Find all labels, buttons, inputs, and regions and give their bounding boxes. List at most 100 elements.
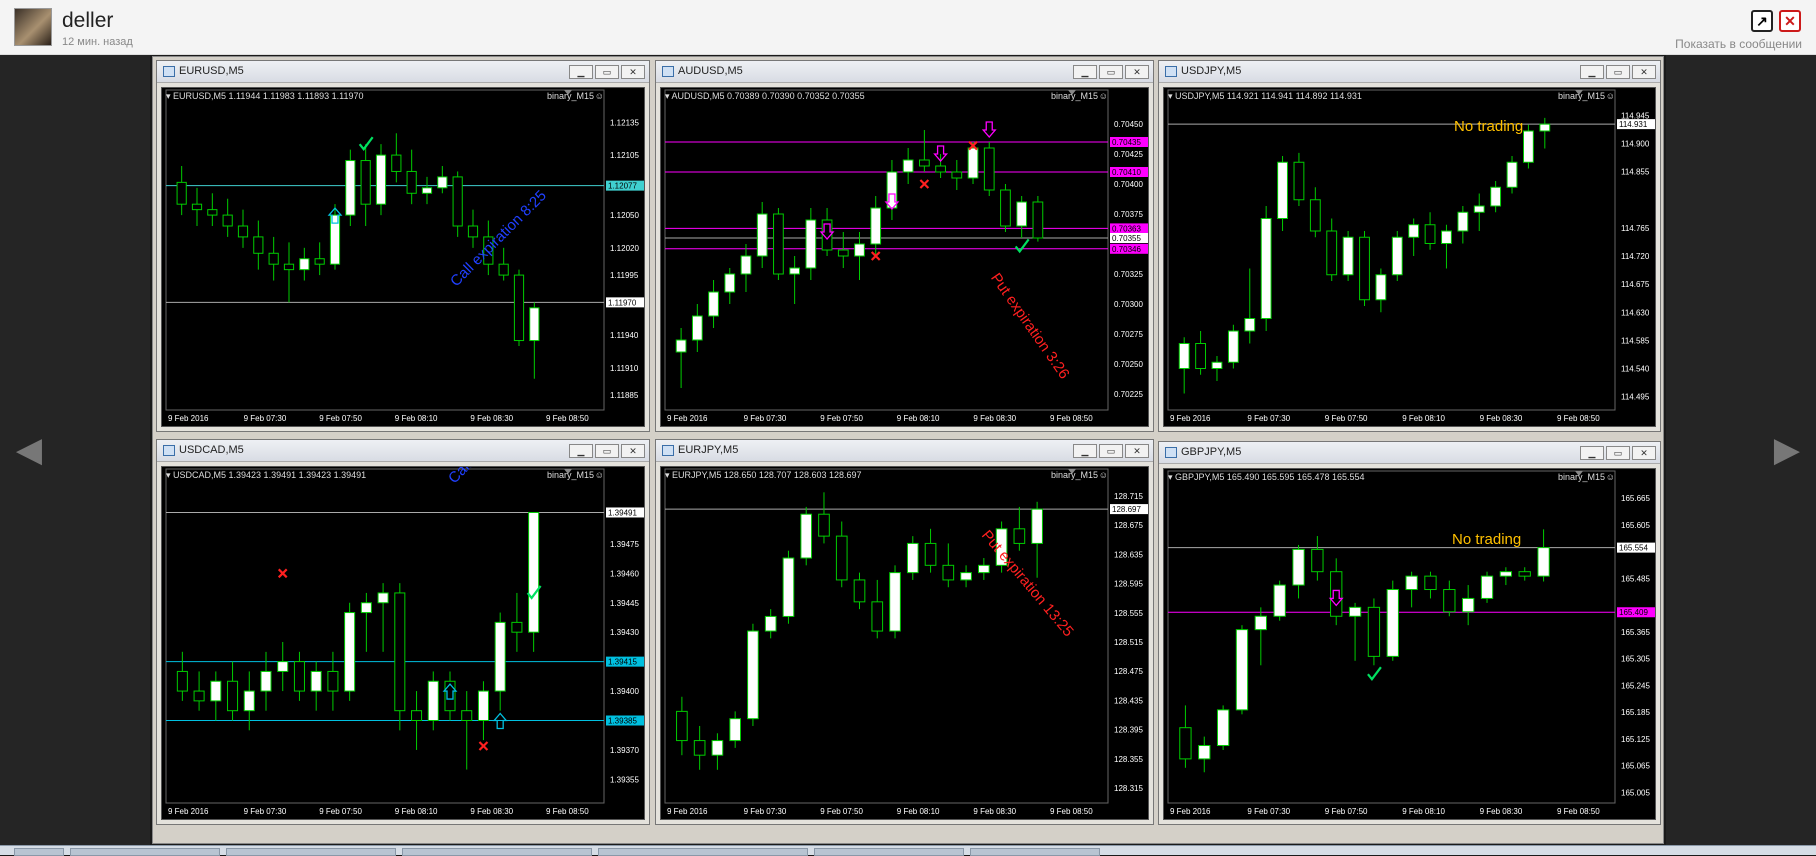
price-tick-label: 165.665 <box>1621 494 1650 503</box>
chart-canvas[interactable]: 1.39491 1.39475 1.39460 1.39445 1.39430 1.394… <box>161 466 645 820</box>
price-tick-label: 0.70225 <box>1114 390 1143 399</box>
price-tick-label: 0.70300 <box>1114 300 1143 309</box>
chart-window-gbpjpy[interactable]: GBPJPY,M5 ▁▭✕ 165.665 165.605 165.554 165.485… <box>1158 441 1661 825</box>
price-tick-label: 114.495 <box>1621 393 1650 402</box>
price-level-tag-label: 128.697 <box>1112 505 1141 514</box>
close-icon[interactable]: ✕ <box>1779 10 1801 32</box>
candle-body <box>1405 575 1418 591</box>
maximize-button[interactable]: ▭ <box>595 65 619 79</box>
close-button[interactable]: ✕ <box>621 65 645 79</box>
price-tick-label: 128.395 <box>1114 726 1143 735</box>
chart-window-eurjpy[interactable]: EURJPY,M5 ▁▭✕ 128.715 128.697 128.675 128.635… <box>655 439 1154 825</box>
maximize-button[interactable]: ▭ <box>1099 65 1123 79</box>
minimize-button[interactable]: ▁ <box>1580 65 1604 79</box>
avatar[interactable] <box>14 8 52 46</box>
minimize-button[interactable]: ▁ <box>1580 446 1604 460</box>
price-tick-label: 165.065 <box>1621 762 1650 771</box>
candle-body <box>1227 330 1239 363</box>
maximize-button[interactable]: ▭ <box>595 444 619 458</box>
candle-body <box>711 740 724 756</box>
chart-canvas[interactable]: 0.704500.704250.704000.703750.703550.703… <box>660 87 1149 427</box>
external-link-icon[interactable]: ↗ <box>1751 10 1773 32</box>
price-tick-label: 1.12105 <box>610 151 639 160</box>
candle-body <box>1539 123 1551 132</box>
price-tick-label: 1.39475 <box>610 540 639 549</box>
close-button[interactable]: ✕ <box>621 444 645 458</box>
chart-canvas[interactable]: 165.665 165.605 165.554 165.485 165.409 165.3… <box>1163 468 1656 820</box>
price-tick-label: 1.39355 <box>610 775 639 784</box>
price-tick-label: 114.630 <box>1621 308 1650 317</box>
minimize-button[interactable]: ▁ <box>569 444 593 458</box>
maximize-button[interactable]: ▭ <box>1606 446 1630 460</box>
loss-cross-icon <box>478 741 489 751</box>
win-check-icon <box>1367 666 1382 681</box>
candle-body <box>1013 528 1026 544</box>
candle-body <box>740 255 752 275</box>
close-button[interactable]: ✕ <box>1632 446 1656 460</box>
time-tick-label: 9 Feb 07:30 <box>744 414 787 423</box>
chart-svg: 1.39491 1.39475 1.39460 1.39445 1.39430 1.394… <box>165 468 644 816</box>
price-level-tag-label: 1.39491 <box>608 508 637 517</box>
chart-window-audusd[interactable]: AUDUSD,M5 ▁ ▭ ✕ 0.70450 0.70425 0.70400 0.70375… <box>655 60 1154 432</box>
close-button[interactable]: ✕ <box>1632 65 1656 79</box>
window-titlebar[interactable]: USDJPY,M5 ▁ ▭ ✕ <box>1159 61 1660 83</box>
price-tick-label: 1.11910 <box>610 364 639 373</box>
price-tick-label: 1.12050 <box>610 211 639 220</box>
candle-body <box>437 176 448 189</box>
candle-body <box>528 511 540 633</box>
candle-body <box>889 572 901 632</box>
prev-image-arrow-icon[interactable]: ◀ <box>12 428 46 472</box>
candle-body <box>293 661 305 692</box>
candle-body <box>960 572 972 581</box>
maximize-button[interactable]: ▭ <box>1606 65 1630 79</box>
window-titlebar[interactable]: EURJPY,M5 ▁ ▭ ✕ <box>656 440 1153 462</box>
price-tick-label: 1.12020 <box>610 244 639 253</box>
maximize-button[interactable]: ▭ <box>1099 444 1123 458</box>
close-button[interactable]: ✕ <box>1125 65 1149 79</box>
win-check-icon <box>358 136 374 151</box>
candle-body <box>967 147 979 179</box>
minimize-button[interactable]: ▁ <box>569 65 593 79</box>
price-tick-label: 128.355 <box>1114 755 1143 764</box>
loss-cross-icon <box>919 179 930 189</box>
price-level-tag-label: 1.11970 <box>608 298 637 307</box>
candle-body <box>1490 186 1502 207</box>
chart-window-usdjpy[interactable]: USDJPY,M5 ▁▭✕ 114.945114.931 114.900 114.855… <box>1158 60 1661 432</box>
minimize-button[interactable]: ▁ <box>1073 65 1097 79</box>
candle-body <box>268 252 279 265</box>
next-image-arrow-icon[interactable]: ▶ <box>1770 428 1804 472</box>
chart-canvas[interactable]: 1.12135 1.12105 1.12077 1.12050 1.12020 1.119… <box>161 87 645 427</box>
candle-body <box>853 579 866 603</box>
chart-window-eurusd[interactable]: EURUSD,M5 ▁▭✕ 1.12135 1.12105 1.12077 1.12050… <box>156 60 650 432</box>
chart-canvas[interactable]: 128.715 128.697 128.675 128.635 128.595 128.5… <box>660 466 1149 820</box>
chart-canvas[interactable]: 114.945114.931 114.900 114.855 114.765 114.7… <box>1163 87 1656 427</box>
minimize-button[interactable]: ▁ <box>1073 444 1097 458</box>
candle-body <box>691 315 703 341</box>
candle-body <box>693 740 706 756</box>
chart-window-usdcad[interactable]: USDCAD,M5 ▁▭✕ 1.39491 1.39475 1.39460 1.39445… <box>156 439 650 825</box>
candle-body <box>902 159 914 173</box>
candle-body <box>360 160 371 205</box>
time-tick-label: 9 Feb 07:50 <box>820 414 863 423</box>
window-titlebar[interactable]: GBPJPY,M5 ▁ ▭ ✕ <box>1159 442 1660 464</box>
window-title: AUDUSD,M5 <box>678 65 743 77</box>
close-button[interactable]: ✕ <box>1125 444 1149 458</box>
window-titlebar[interactable]: USDCAD,M5 ▁ ▭ ✕ <box>157 440 649 462</box>
time-tick-label: 9 Feb 08:10 <box>395 414 438 423</box>
metatrader-workspace: EURUSD,M5▁▭✕1.121351.121051.120771.12050… <box>152 56 1664 844</box>
quote-line: ▾ GBPJPY,M5 165.490 165.595 165.478 165.… <box>1168 472 1365 482</box>
candle-body <box>1518 571 1531 577</box>
candle-body <box>227 680 239 712</box>
window-titlebar[interactable]: EURUSD,M5 ▁ ▭ ✕ <box>157 61 649 83</box>
username[interactable]: deller <box>62 9 113 33</box>
time-tick-label: 9 Feb 07:50 <box>1325 414 1368 423</box>
template-label: binary_M15 <box>1557 472 1605 482</box>
candle-body <box>675 339 687 353</box>
price-tick-label: 1.39460 <box>610 569 639 578</box>
candle-body <box>299 258 310 271</box>
candle-body <box>1311 548 1324 573</box>
time-tick-label: 9 Feb 08:50 <box>1557 807 1600 816</box>
show-in-message-link[interactable]: Показать в сообщении <box>1675 37 1802 51</box>
window-titlebar[interactable]: AUDUSD,M5 ▁ ▭ ✕ <box>656 61 1153 83</box>
chart-window-icon <box>163 445 175 456</box>
